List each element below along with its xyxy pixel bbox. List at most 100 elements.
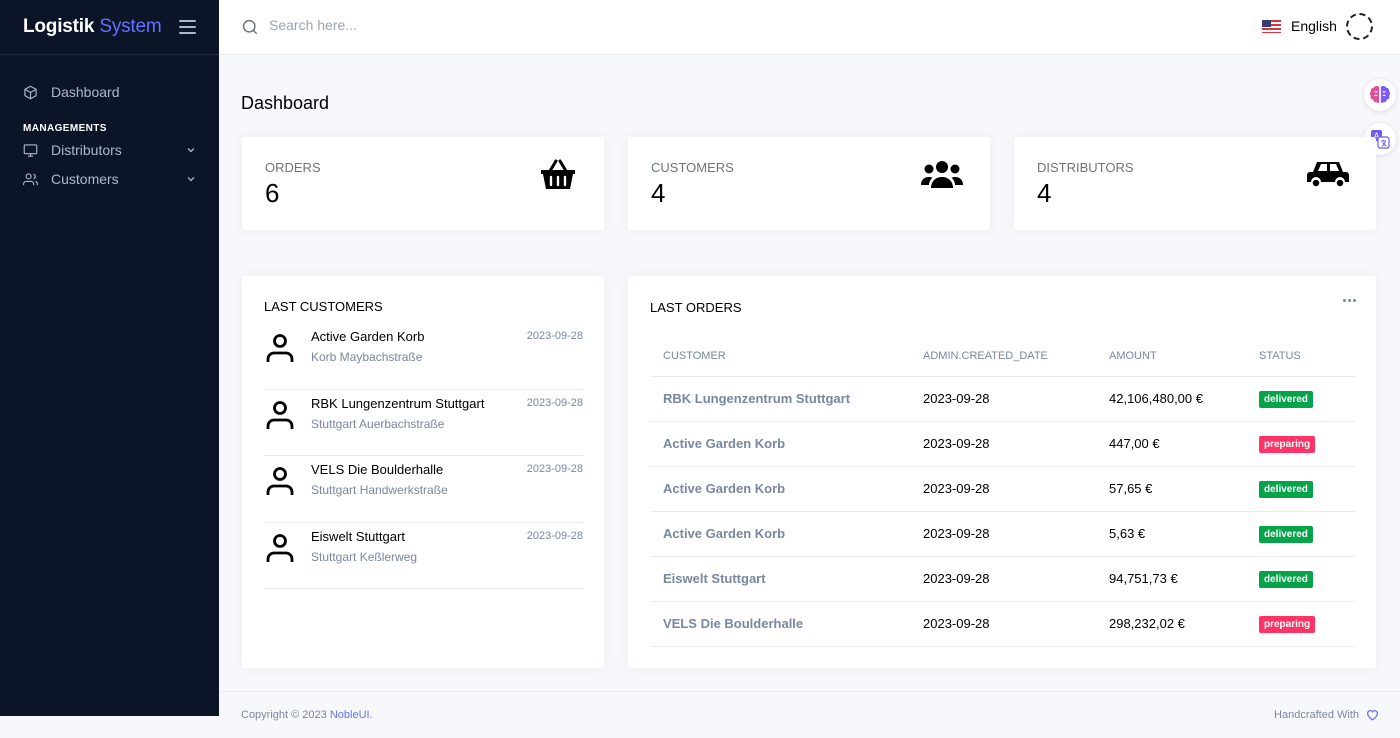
basket-icon [541,159,575,189]
user-icon [266,334,294,362]
order-amount: 57,65 € [1096,466,1246,512]
stat-label: DISTRIBUTORS [1037,160,1134,175]
order-date: 2023-09-28 [910,511,1096,557]
user-icon [266,533,294,562]
sidebar-item-label: Customers [51,171,119,187]
table-row[interactable]: VELS Die Boulderhalle 2023-09-28 298,232… [650,601,1355,647]
brain-extension-button[interactable] [1364,79,1396,111]
brain-icon [1369,86,1391,103]
brand-main-text: Logistik [23,16,95,37]
column-header: STATUS [1246,336,1355,377]
status-badge: delivered [1259,390,1313,408]
list-item[interactable]: VELS Die Boulderhalle Stuttgart Handwerk… [264,456,583,523]
order-customer-link[interactable]: RBK Lungenzentrum Stuttgart [650,376,910,422]
table-row[interactable]: Active Garden Korb 2023-09-28 447,00 € p… [650,421,1355,467]
copyright-period: . [369,709,373,721]
order-date: 2023-09-28 [910,376,1096,422]
stat-label: CUSTOMERS [651,160,734,175]
column-header: AMOUNT [1096,336,1246,377]
handcrafted-label: Handcrafted With [1274,709,1359,721]
order-customer-link[interactable]: Active Garden Korb [650,511,910,557]
users-group-icon [921,161,963,188]
order-amount: 5,63 € [1096,511,1246,557]
table-header-row: CUSTOMER ADMIN.CREATED_DATE AMOUNT STATU… [650,336,1355,377]
order-customer-link[interactable]: VELS Die Boulderhalle [650,601,910,647]
customer-date: 2023-09-28 [526,330,583,342]
order-date: 2023-09-28 [910,421,1096,467]
order-customer-link[interactable]: Eiswelt Stuttgart [650,556,910,602]
user-icon [266,467,294,495]
column-header: ADMIN.CREATED_DATE [910,336,1096,377]
customer-address: Stuttgart Auerbachstraße [311,416,445,431]
stat-card-distributors: DISTRIBUTORS 4 [1014,137,1376,230]
order-amount: 298,232,02 € [1096,601,1246,647]
list-item[interactable]: Eiswelt Stuttgart Stuttgart Keßlerweg 20… [264,523,583,589]
sidebar-item-customers[interactable]: Customers [23,169,196,189]
sidebar-item-distributors[interactable]: Distributors [23,140,196,160]
customer-date: 2023-09-28 [526,463,583,475]
customer-name: RBK Lungenzentrum Stuttgart [311,395,485,411]
stat-value: 6 [265,178,280,208]
brand-accent-text: System [99,16,162,37]
users-icon [23,172,38,185]
copyright-label: Copyright © 2023 [241,709,327,721]
customer-name: Eiswelt Stuttgart [311,528,405,544]
list-item[interactable]: Active Garden Korb Korb Maybachstraße 20… [264,323,583,390]
heart-icon [1366,710,1379,721]
handcrafted-text: Handcrafted With [1274,709,1379,721]
sidebar-item-label: Dashboard [51,84,120,100]
customer-list: Active Garden Korb Korb Maybachstraße 20… [264,323,583,589]
customer-name: VELS Die Boulderhalle [311,462,444,477]
orders-table: CUSTOMER ADMIN.CREATED_DATE AMOUNT STATU… [650,336,1355,647]
search-icon[interactable] [241,18,259,36]
status-badge: delivered [1259,480,1313,498]
customer-address: Stuttgart Keßlerweg [311,549,418,564]
order-date: 2023-09-28 [910,556,1096,602]
stat-value: 4 [1037,178,1052,208]
order-date: 2023-09-28 [910,466,1096,512]
table-row[interactable]: Active Garden Korb 2023-09-28 57,65 € de… [650,466,1355,512]
language-selector[interactable]: English [1262,18,1337,34]
language-label: English [1291,18,1337,34]
monitor-icon [23,143,38,157]
order-date: 2023-09-28 [910,601,1096,647]
stat-value: 4 [651,178,666,208]
box-icon [24,85,37,99]
page-title: Dashboard [241,93,330,113]
order-customer-link[interactable]: Active Garden Korb [650,466,910,512]
us-flag-icon [1262,19,1281,33]
last-orders-card: LAST ORDERS CUSTOMER ADMIN.CREATED_DATE … [628,276,1376,668]
last-customers-card: LAST CUSTOMERS Active Garden Korb Korb M… [242,276,604,668]
customer-name: Active Garden Korb [311,329,425,344]
status-badge: delivered [1259,525,1313,543]
list-item[interactable]: RBK Lungenzentrum Stuttgart Stuttgart Au… [264,390,583,456]
more-options-icon[interactable] [1343,299,1356,302]
topbar: English [219,0,1400,55]
status-badge: delivered [1259,570,1313,588]
sidebar-header: Logistik System [0,0,219,55]
table-row[interactable]: Active Garden Korb 2023-09-28 5,63 € del… [650,511,1355,557]
brand-logo[interactable]: Logistik System [23,16,162,38]
footer: Copyright © 2023 NobleUI. Handcrafted Wi… [219,691,1400,738]
car-icon [1307,162,1349,188]
table-row[interactable]: RBK Lungenzentrum Stuttgart 2023-09-28 4… [650,376,1355,422]
order-customer-link[interactable]: Active Garden Korb [650,421,910,467]
search-input[interactable] [269,17,669,33]
user-icon [266,400,294,429]
order-amount: 447,00 € [1096,421,1246,467]
sidebar-item-label: Distributors [51,142,122,158]
customer-address: Stuttgart Handwerkstraße [311,483,448,497]
chevron-down-icon [187,177,195,182]
chevron-down-icon [187,148,195,153]
stat-card-customers: CUSTOMERS 4 [628,137,990,230]
stat-card-orders: ORDERS 6 [242,137,604,230]
avatar[interactable] [1346,13,1373,40]
card-title: LAST ORDERS [650,300,742,315]
card-title: LAST CUSTOMERS [264,299,383,314]
sidebar-item-dashboard[interactable]: Dashboard [23,82,196,102]
table-row[interactable]: Eiswelt Stuttgart 2023-09-28 94,751,73 €… [650,556,1355,602]
stat-label: ORDERS [265,160,321,175]
sidebar-toggle-button[interactable] [179,20,196,34]
nobleui-link[interactable]: NobleUI [330,709,370,721]
customer-date: 2023-09-28 [526,396,583,409]
